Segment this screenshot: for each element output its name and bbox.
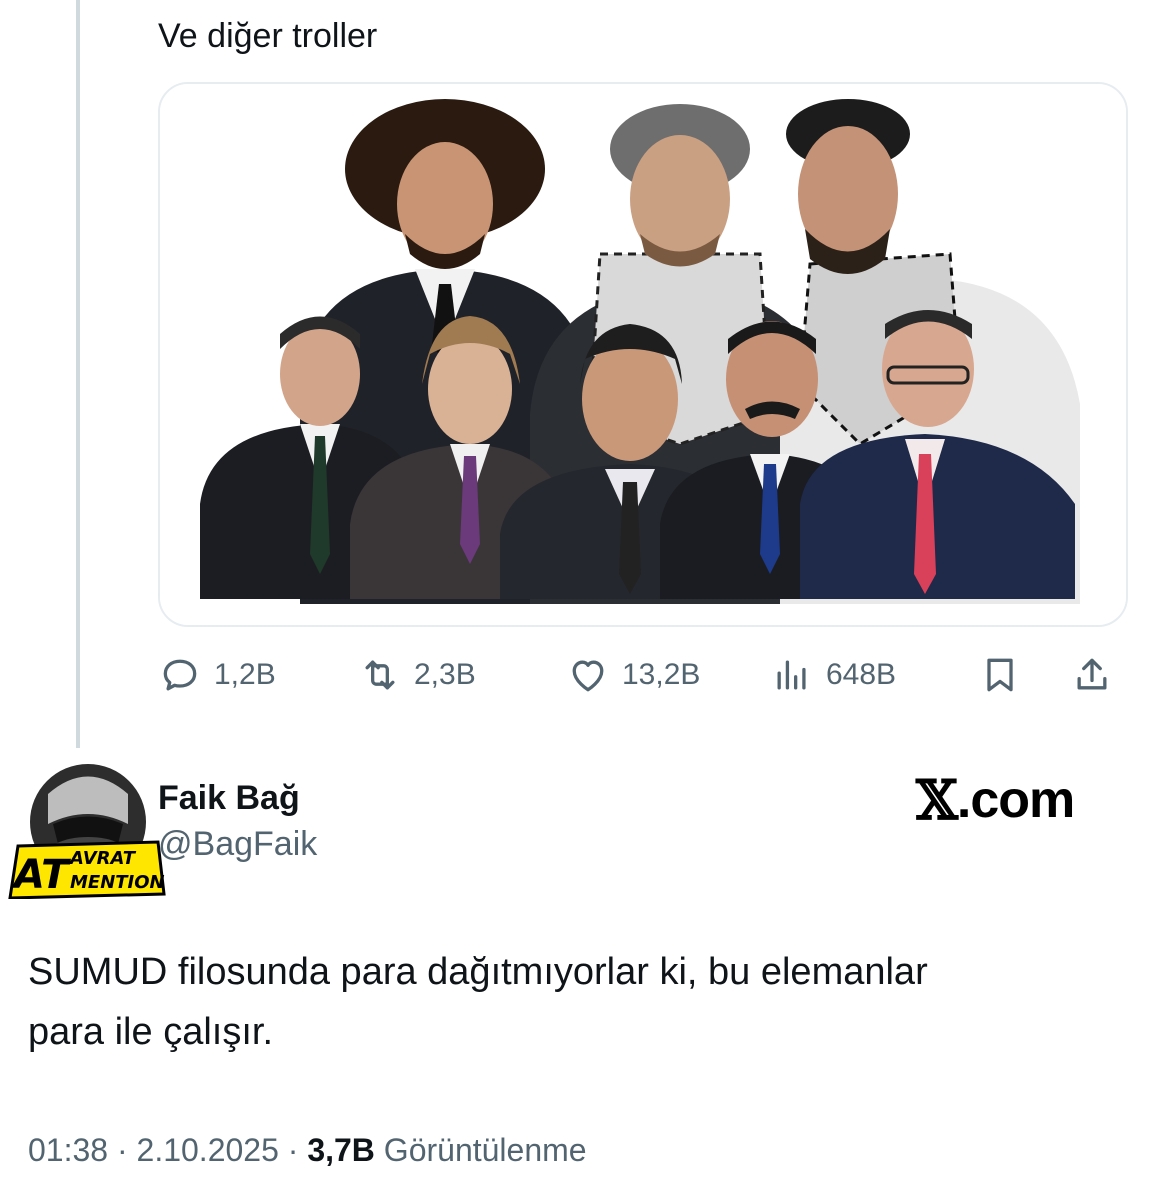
views-button[interactable]: 648B (770, 645, 896, 705)
reply-icon (163, 659, 197, 691)
retweet-button[interactable]: 2,3B (358, 645, 476, 705)
meta-separator: · (116, 1132, 128, 1168)
share-icon (1077, 658, 1107, 690)
thread-line (76, 0, 80, 748)
views-icon (777, 660, 806, 690)
like-count: 13,2B (622, 658, 701, 691)
tweet-text: SUMUD filosunda para dağıtmıyorlar ki, b… (28, 942, 1128, 1062)
reply-count: 1,2B (214, 658, 276, 691)
quoted-tweet-actions: 1,2B 2,3B 13,2B 648B (158, 645, 1128, 705)
x-logo: 𝕏 .com (916, 768, 1075, 832)
quoted-tweet-media[interactable] (158, 82, 1128, 627)
brand-label: .com (956, 771, 1075, 829)
avatar[interactable]: AT AVRAT MENTION (8, 764, 168, 900)
x-icon: 𝕏 (916, 768, 958, 832)
retweet-count: 2,3B (414, 658, 476, 691)
share-button[interactable] (1070, 645, 1114, 705)
tweet-time[interactable]: 01:38 (28, 1132, 108, 1168)
quoted-tweet-text: Ve diğer troller (158, 17, 378, 55)
tweet-views-label: Görüntülenme (383, 1132, 587, 1168)
like-button[interactable]: 13,2B (566, 645, 700, 705)
tweet-views-count: 3,7B (307, 1132, 375, 1168)
badge-top: AVRAT (68, 848, 137, 869)
retweet-icon (365, 660, 395, 690)
badge-at: AT (11, 852, 71, 898)
meta-separator-2: · (287, 1132, 299, 1168)
bookmark-button[interactable] (978, 645, 1022, 705)
tweet-text-line-2: para ile çalışır. (28, 1011, 273, 1053)
avatar-image: AT AVRAT MENTION (8, 764, 166, 900)
bookmark-icon (987, 658, 1013, 692)
author-name[interactable]: Faik Bağ (158, 776, 300, 820)
tweet-meta: 01:38 · 2.10.2025 · 3,7B Görüntülenme (28, 1128, 587, 1172)
reply-button[interactable]: 1,2B (158, 645, 276, 705)
tweet-date[interactable]: 2.10.2025 (137, 1132, 279, 1168)
group-photo-image (160, 84, 1126, 625)
tweet-screenshot: Ve diğer troller 1,2B 2,3B 13,2B 648B AT… (0, 0, 1154, 1200)
views-count: 648B (826, 658, 897, 691)
like-icon (572, 660, 604, 692)
author-handle[interactable]: @BagFaik (158, 822, 317, 866)
tweet-text-line-1: SUMUD filosunda para dağıtmıyorlar ki, b… (28, 951, 928, 993)
badge-bottom: MENTION (70, 872, 165, 893)
